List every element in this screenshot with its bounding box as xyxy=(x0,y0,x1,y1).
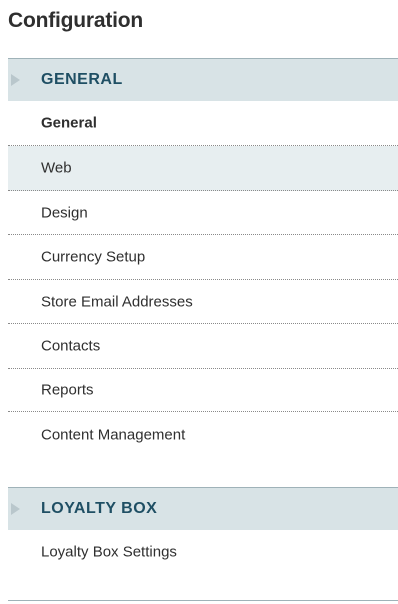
section-divider xyxy=(8,600,398,601)
section-header-loyalty-box[interactable]: LOYALTY BOX xyxy=(8,487,398,530)
nav-item-currency-setup[interactable]: Currency Setup xyxy=(8,235,398,280)
expand-arrow-icon xyxy=(11,503,20,515)
section-header-general[interactable]: GENERAL xyxy=(8,58,398,101)
nav-item-web[interactable]: Web xyxy=(8,146,398,191)
nav-item-store-email-addresses[interactable]: Store Email Addresses xyxy=(8,280,398,324)
section-label: GENERAL xyxy=(41,71,123,88)
nav-item-content-management[interactable]: Content Management xyxy=(8,412,398,458)
nav-item-reports[interactable]: Reports xyxy=(8,369,398,412)
expand-arrow-icon xyxy=(11,74,20,86)
nav-item-general[interactable]: General xyxy=(8,101,398,146)
nav-item-loyalty-box-settings[interactable]: Loyalty Box Settings xyxy=(8,530,398,574)
nav-item-design[interactable]: Design xyxy=(8,191,398,235)
page-title: Configuration xyxy=(8,9,144,32)
section-label: LOYALTY BOX xyxy=(41,500,158,517)
nav-item-contacts[interactable]: Contacts xyxy=(8,324,398,369)
